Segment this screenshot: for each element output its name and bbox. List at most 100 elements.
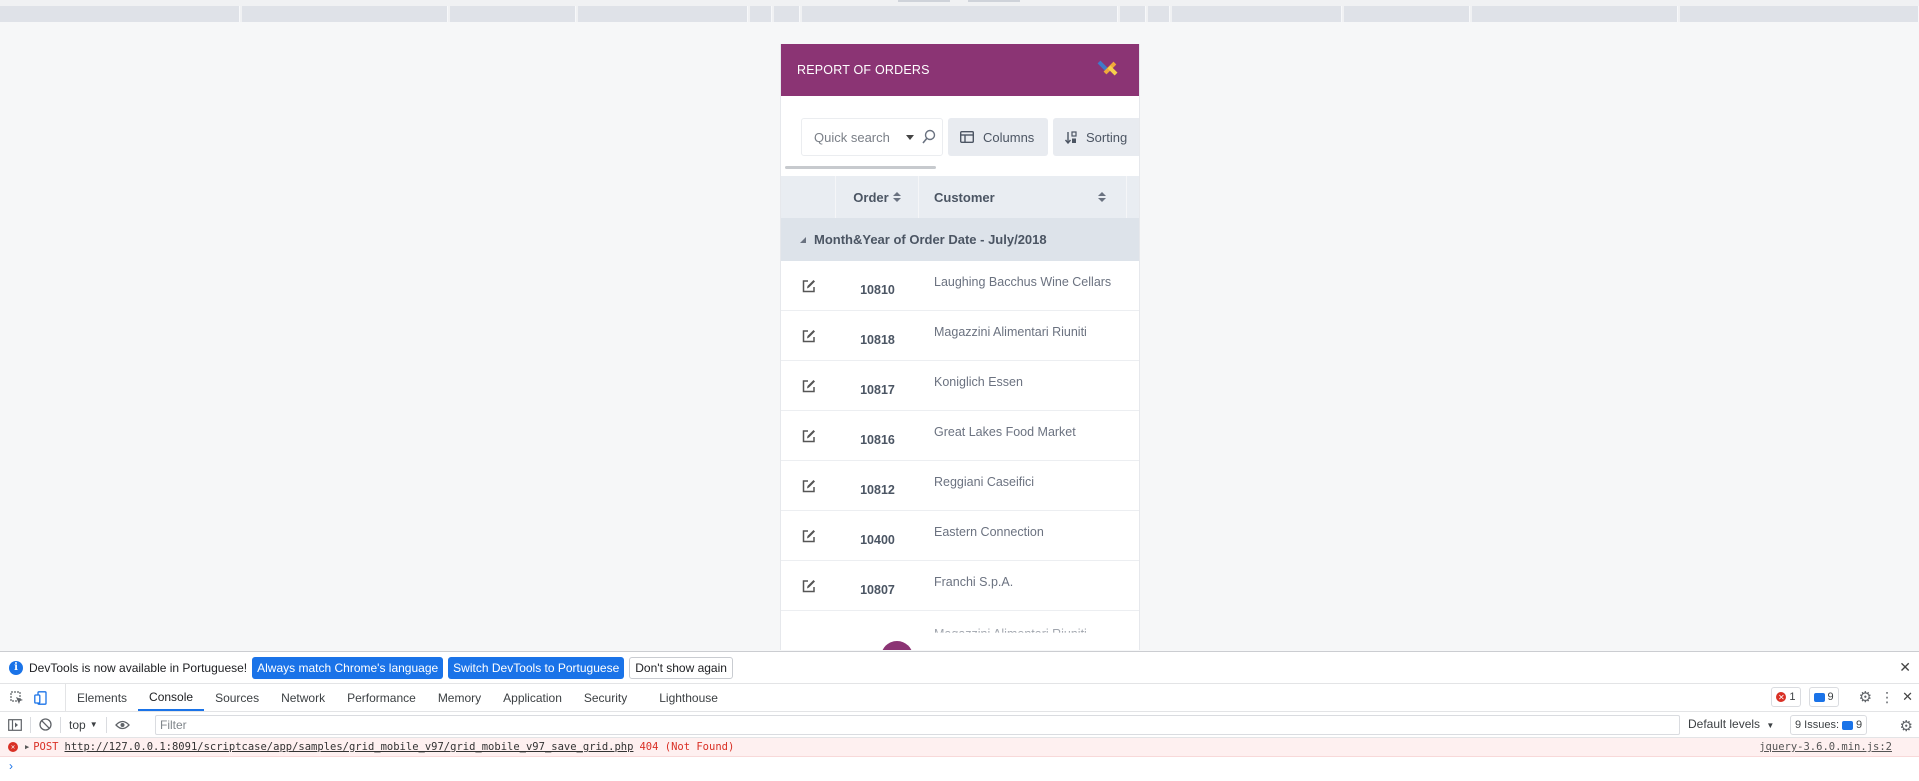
issues-badge[interactable]: 9 Issues: 9 <box>1790 715 1868 735</box>
header-order[interactable]: Order <box>836 176 919 218</box>
tab-application[interactable]: Application <box>492 684 573 711</box>
customer-cell: Magazzini Alimentari Riuniti <box>934 627 1087 641</box>
table-row[interactable]: 10400 Eastern Connection <box>781 511 1139 561</box>
device-toolbar-icon[interactable] <box>34 690 48 705</box>
customer-cell: Franchi S.p.A. <box>934 574 1014 589</box>
edit-icon[interactable] <box>781 429 836 443</box>
search-icon[interactable] <box>922 129 936 145</box>
floating-action-button[interactable] <box>881 641 913 650</box>
console-error-message: ✕ ▶ POST http://127.0.0.1:8091/scriptcas… <box>0 738 1919 757</box>
console-prompt[interactable]: › <box>0 757 1919 775</box>
strip-segment <box>1172 6 1342 22</box>
tab-performance[interactable]: Performance <box>336 684 427 711</box>
error-icon: ✕ <box>8 742 18 752</box>
table-row[interactable]: 10816 Great Lakes Food Market <box>781 411 1139 461</box>
table-row[interactable]: 10818 Magazzini Alimentari Riuniti <box>781 311 1139 361</box>
table-row[interactable]: 10812 Reggiani Caseifici <box>781 461 1139 511</box>
message-icon <box>1842 720 1854 730</box>
table-row[interactable]: 10810 Laughing Bacchus Wine Cellars <box>781 261 1139 311</box>
quick-search-placeholder: Quick search <box>814 129 890 145</box>
error-method: POST <box>33 741 59 753</box>
chevron-down-icon[interactable] <box>906 135 914 140</box>
sidebar-toggle-icon[interactable] <box>8 718 22 731</box>
expand-triangle-icon[interactable]: ▶ <box>25 743 29 751</box>
message-count: 9 <box>1827 691 1834 703</box>
info-icon: i <box>9 660 23 675</box>
order-cell: 10400 <box>860 532 895 547</box>
levels-label: Default levels <box>1688 717 1761 731</box>
sort-icon <box>1065 130 1077 144</box>
customer-cell: Eastern Connection <box>934 524 1044 539</box>
more-options-icon[interactable]: ⋮ <box>1880 689 1894 706</box>
scriptcase-logo-icon <box>1097 57 1123 83</box>
log-levels-dropdown[interactable]: Default levels ▼ <box>1688 717 1774 731</box>
strip-segment <box>578 6 748 22</box>
dont-show-again-button[interactable]: Don't show again <box>629 656 733 679</box>
table-row[interactable]: 10817 Koniglich Essen <box>781 361 1139 411</box>
strip-segment <box>1344 6 1470 22</box>
edit-icon[interactable] <box>781 479 836 493</box>
strip-segment <box>1120 6 1146 22</box>
infobar-message: DevTools is now available in Portuguese! <box>29 660 248 675</box>
collapse-triangle-icon[interactable] <box>800 236 806 243</box>
strip-segment <box>1472 6 1678 22</box>
chevron-down-icon: ▼ <box>89 720 98 729</box>
message-icon <box>1813 692 1825 702</box>
context-selector[interactable]: top ▼ <box>69 718 98 732</box>
tab-sources[interactable]: Sources <box>204 684 270 711</box>
app-header: REPORT OF ORDERS <box>781 44 1139 96</box>
columns-button[interactable]: Columns <box>948 118 1048 156</box>
order-cell: 10818 <box>860 332 895 347</box>
sort-arrows-icon[interactable] <box>1098 192 1106 202</box>
close-icon[interactable]: ✕ <box>1899 659 1911 676</box>
tab-network[interactable]: Network <box>270 684 336 711</box>
error-url-link[interactable]: http://127.0.0.1:8091/scriptcase/app/sam… <box>65 741 634 753</box>
console-filter-input[interactable]: Filter <box>155 715 1680 735</box>
group-row[interactable]: Month&Year of Order Date - July/2018 <box>781 218 1139 261</box>
table-row[interactable]: 10807 Franchi S.p.A. <box>781 561 1139 611</box>
switch-language-button[interactable]: Switch DevTools to Portuguese <box>448 656 625 679</box>
error-status: 404 (Not Found) <box>639 741 735 753</box>
inspect-element-icon[interactable] <box>10 690 24 705</box>
quick-search-input[interactable]: Quick search <box>801 118 943 156</box>
header-customer-label: Customer <box>934 189 995 205</box>
message-count-badge[interactable]: 9 <box>1808 687 1839 707</box>
header-order-label: Order <box>853 189 889 205</box>
customer-cell: Laughing Bacchus Wine Cellars <box>934 274 1112 289</box>
edit-icon[interactable] <box>781 329 836 343</box>
strip-tick <box>898 0 950 2</box>
app-title: REPORT OF ORDERS <box>797 63 930 77</box>
order-cell: 10812 <box>860 482 895 497</box>
tab-security[interactable]: Security <box>573 684 638 711</box>
edit-icon[interactable] <box>781 279 836 293</box>
strip-segment <box>1680 6 1919 22</box>
console-settings-gear-icon[interactable]: ⚙ <box>1900 717 1913 735</box>
edit-icon[interactable] <box>781 579 836 593</box>
edit-icon[interactable] <box>781 529 836 543</box>
filter-placeholder: Filter <box>160 718 187 732</box>
customer-cell: Koniglich Essen <box>934 374 1023 389</box>
toolbar-scrollbar[interactable] <box>785 166 936 169</box>
error-count-badge[interactable]: ✕ 1 <box>1771 687 1801 707</box>
eye-icon[interactable] <box>114 720 130 730</box>
strip-segment <box>450 6 576 22</box>
chevron-down-icon: ▼ <box>1766 721 1775 730</box>
sorting-button[interactable]: Sorting <box>1053 118 1139 156</box>
sorting-label: Sorting <box>1086 129 1128 145</box>
devtools-tabbar: Elements Console Sources Network Performance… <box>0 684 1919 712</box>
edit-icon[interactable] <box>781 379 836 393</box>
close-devtools-icon[interactable]: ✕ <box>1902 689 1913 705</box>
tab-lighthouse[interactable]: Lighthouse <box>648 684 729 711</box>
devtools-panel: i DevTools is now available in Portugues… <box>0 651 1919 781</box>
tab-memory[interactable]: Memory <box>427 684 492 711</box>
header-customer[interactable]: Customer <box>919 176 1127 218</box>
group-label: Month&Year of Order Date - July/2018 <box>814 232 1047 247</box>
match-language-button[interactable]: Always match Chrome's language <box>252 656 444 679</box>
tab-console[interactable]: Console <box>138 684 205 711</box>
sort-arrows-icon[interactable] <box>892 192 901 202</box>
error-source-link[interactable]: jquery-3.6.0.min.js:2 <box>1759 741 1892 753</box>
gear-icon[interactable]: ⚙ <box>1859 688 1872 706</box>
tab-elements[interactable]: Elements <box>66 684 138 711</box>
strip-segment <box>802 6 1118 22</box>
clear-console-icon[interactable] <box>39 718 52 731</box>
